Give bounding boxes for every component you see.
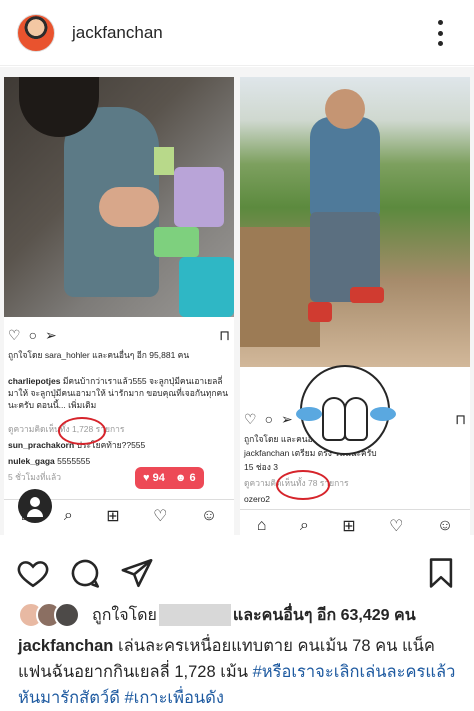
right-photo <box>240 77 470 367</box>
left-comment-2: nulek_gaga 5555555 <box>8 456 91 466</box>
comment-icon[interactable] <box>68 556 102 590</box>
highlight-1728-circle <box>58 417 106 445</box>
crying-sticker <box>296 365 396 455</box>
left-liked-by: ถูกใจโดย sara_hohler และคนอื่นๆ อีก 95,8… <box>8 350 190 360</box>
liked-by-label: ถูกใจโดย <box>92 606 157 624</box>
post-username[interactable]: jackfanchan <box>72 23 163 43</box>
right-screenshot: ♡ ○ ➢ ⊓ ถูกใจโดย และคนอื่นๆ อีก 8,614 คน ja… <box>240 77 470 535</box>
liker-avatars <box>18 602 82 628</box>
left-photo <box>4 77 234 317</box>
post-caption: jackfanchan เล่นละครเหนื่อยแทบตาย คนเม้น… <box>18 633 463 711</box>
more-icon[interactable] <box>432 20 448 46</box>
share-icon[interactable] <box>120 556 154 590</box>
left-comment-count: ดูความคิดเห็นทั้ง 1,728 รายการ <box>8 424 125 434</box>
post-header: jackfanchan <box>0 0 474 66</box>
right-commenter: ozero2 <box>244 494 270 504</box>
activity-notification: ♥ 94 ☻ 6 <box>135 467 204 489</box>
avatar[interactable] <box>17 14 55 52</box>
redacted-username <box>158 604 231 626</box>
likes-count[interactable]: และคนอื่นๆ อีก 63,429 คน <box>233 603 416 628</box>
user-icon <box>18 489 52 523</box>
right-episodes: 15 ช่อง 3 <box>244 462 278 472</box>
bookmark-icon[interactable] <box>424 556 458 590</box>
highlight-78-circle <box>276 470 330 500</box>
left-comment-1: sun_prachakorn ประโยคท้าย??555 <box>8 440 146 450</box>
caption-username[interactable]: jackfanchan <box>18 637 113 655</box>
heart-icon[interactable] <box>16 556 50 590</box>
likes-line[interactable]: ถูกใจโดย และคนอื่นๆ อีก 63,429 คน <box>18 601 458 629</box>
left-caption: charliepotjes มีคนบ้ากว่าเราแล้ว555 จะลู… <box>8 376 229 410</box>
post-actions <box>0 548 474 596</box>
right-nav-bar: ⌂ ⌕ ⊞ ♡ ☺ <box>240 509 470 535</box>
left-mini-actions: ♡ ○ ➢ ⊓ <box>8 326 230 344</box>
post-image[interactable]: ♡ ○ ➢ ⊓ ถูกใจโดย sara_hohler และคนอื่นๆ อีก… <box>0 67 474 535</box>
